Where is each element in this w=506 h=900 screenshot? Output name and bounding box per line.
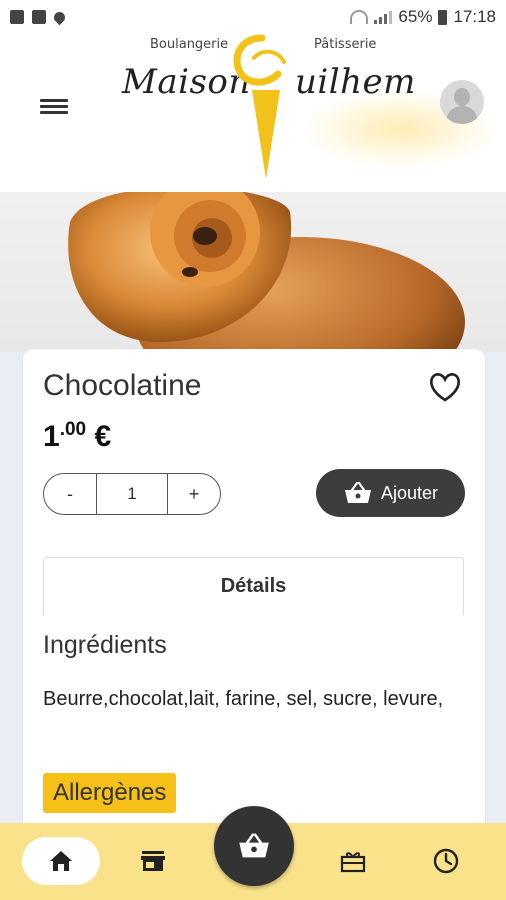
logo-boulangerie: Boulangerie	[150, 37, 229, 52]
clock: 17:18	[453, 7, 496, 26]
quantity-increase-button[interactable]: +	[167, 474, 220, 514]
status-bar: 65% 17:18	[0, 0, 506, 34]
app-header: Boulangerie Pâtisserie Maison uilhem	[0, 34, 506, 193]
cart-basket-icon	[239, 833, 269, 858]
user-avatar[interactable]	[440, 80, 484, 124]
wifi-icon	[350, 10, 369, 24]
ingredients-heading: Ingrédients	[43, 631, 167, 659]
drop-notification-icon	[51, 9, 68, 25]
status-icons-left	[10, 9, 68, 25]
product-name: Chocolatine	[43, 369, 202, 402]
home-icon	[50, 851, 72, 871]
basket-icon	[344, 481, 371, 503]
price-decimals: .00	[59, 419, 87, 440]
image-notification-icon	[10, 10, 24, 24]
product-card: Chocolatine 1.00 € - 1 + Ajouter Détails…	[23, 349, 485, 869]
tab-details[interactable]: Détails	[43, 557, 464, 615]
gift-icon	[340, 852, 366, 873]
status-icons-right: 65% 17:18	[350, 7, 496, 27]
quantity-decrease-button[interactable]: -	[44, 474, 97, 514]
nav-shop[interactable]	[128, 837, 178, 885]
add-to-cart-button[interactable]: Ajouter	[316, 469, 465, 517]
nav-gifts[interactable]	[328, 837, 378, 885]
logo-name-right: uilhem	[295, 62, 416, 102]
allergens-badge[interactable]: Allergènes	[43, 773, 177, 813]
favorite-heart-icon[interactable]	[429, 373, 461, 403]
product-hero-image	[0, 192, 506, 352]
ingredients-text: Beurre,chocolat,lait, farine, sel, sucre…	[43, 688, 444, 710]
hamburger-menu-icon[interactable]	[40, 96, 68, 120]
price-integer: 1	[43, 420, 60, 453]
add-to-cart-label: Ajouter	[380, 482, 439, 503]
gallery-notification-icon	[32, 10, 46, 24]
signal-icon	[374, 10, 393, 24]
quantity-stepper: - 1 +	[43, 473, 221, 515]
logo-patisserie: Pâtisserie	[314, 37, 377, 52]
price-currency: €	[94, 420, 112, 453]
quantity-value[interactable]: 1	[97, 474, 167, 514]
battery-percent: 65%	[398, 7, 433, 26]
battery-icon	[438, 9, 448, 25]
nav-home[interactable]	[22, 837, 100, 885]
clock-icon	[433, 848, 459, 874]
logo-mark-icon	[233, 34, 286, 179]
cart-fab-button[interactable]	[214, 806, 294, 886]
store-icon	[141, 851, 165, 871]
product-price: 1.00 €	[43, 419, 111, 454]
nav-history[interactable]	[421, 837, 471, 885]
pastry-image	[68, 192, 465, 352]
